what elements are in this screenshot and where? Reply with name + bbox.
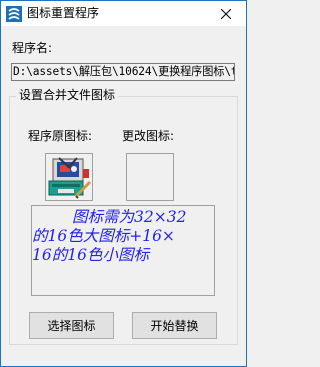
- start-replace-button[interactable]: 开始替换: [132, 312, 217, 339]
- window-title: 图标重置程序: [27, 6, 100, 20]
- original-icon-label: 程序原图标:: [28, 129, 93, 143]
- computer-toolbox-icon: [48, 157, 92, 199]
- group-title: 设置合并文件图标: [16, 88, 119, 102]
- note-line-2: 的16色大图标+16×: [32, 227, 175, 245]
- original-icon-frame: [45, 153, 93, 201]
- close-icon: [221, 8, 231, 19]
- select-icon-button[interactable]: 选择图标: [29, 312, 114, 339]
- icon-requirement-note: 图标需为32×32 的16色大图标+16× 16的16色小图标: [31, 205, 215, 296]
- swirl-app-icon: [6, 6, 22, 22]
- app-window: 图标重置程序 程序名: D:\assets\解压包\10624\更换程序图标\t…: [0, 0, 247, 367]
- changed-icon-frame[interactable]: [126, 153, 174, 201]
- changed-icon-label: 更改图标:: [122, 129, 175, 143]
- program-name-label: 程序名:: [12, 41, 53, 55]
- close-button[interactable]: [206, 1, 246, 26]
- note-line-3: 16的16色小图标: [32, 246, 149, 264]
- program-path-field[interactable]: D:\assets\解压包\10624\更换程序图标\t: [11, 63, 235, 81]
- program-path-value: D:\assets\解压包\10624\更换程序图标\t: [13, 65, 235, 78]
- title-bar[interactable]: 图标重置程序: [1, 1, 246, 26]
- note-line-1: 图标需为32×32: [72, 208, 187, 226]
